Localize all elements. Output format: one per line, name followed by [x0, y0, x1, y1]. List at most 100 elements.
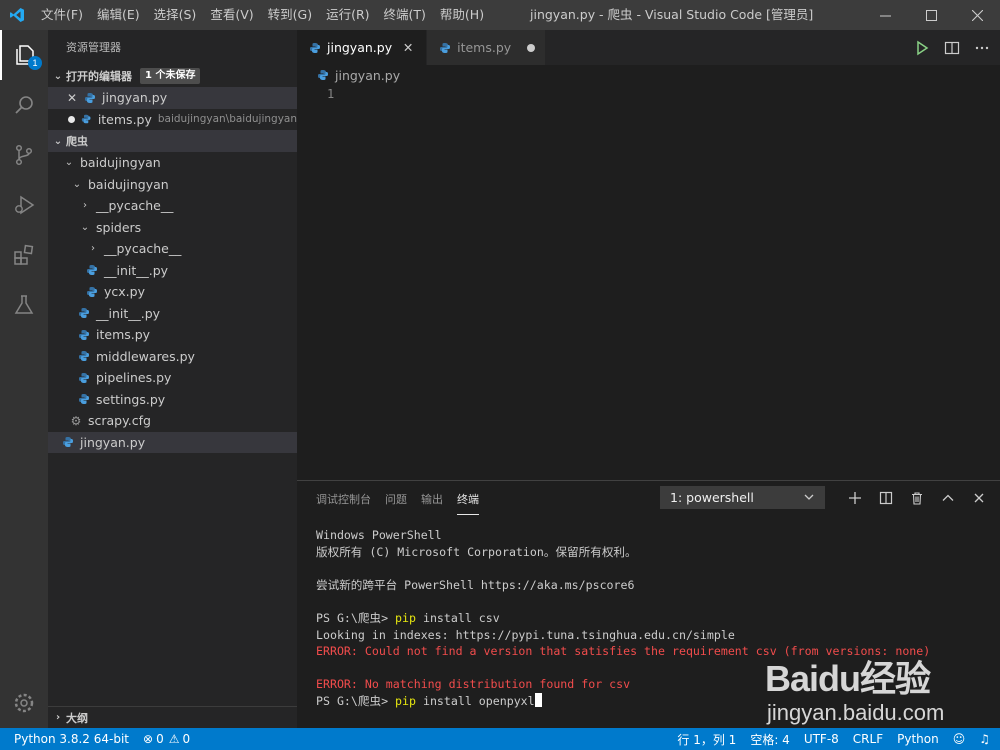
feedback-icon[interactable]: ☺: [946, 732, 973, 746]
tab-jingyan[interactable]: jingyan.py ✕: [297, 30, 428, 65]
terminal-args: install csv: [415, 610, 500, 625]
tree-file[interactable]: pipelines.py: [48, 367, 297, 389]
python-file-icon: [87, 286, 97, 297]
code-editor[interactable]: 1: [297, 85, 1000, 480]
menu-help[interactable]: 帮助(H): [433, 0, 491, 30]
breadcrumb[interactable]: jingyan.py: [297, 65, 1000, 85]
python-file-icon: [310, 42, 320, 53]
warning-count: 0: [182, 732, 191, 746]
workspace-header[interactable]: ⌄ 爬虫: [48, 130, 297, 152]
menu-terminal[interactable]: 终端(T): [377, 0, 433, 30]
python-interpreter[interactable]: Python 3.8.2 64-bit: [0, 732, 136, 746]
sidebar-title: 资源管理器: [66, 41, 121, 54]
add-terminal-icon[interactable]: [848, 491, 862, 505]
tree-file[interactable]: middlewares.py: [48, 346, 297, 368]
tab-label: jingyan.py: [327, 40, 393, 55]
python-file-icon: [82, 114, 91, 124]
explorer-activity[interactable]: 1: [0, 30, 48, 80]
menu-edit[interactable]: 编辑(E): [90, 0, 147, 30]
chevron-up-icon[interactable]: [941, 491, 955, 505]
tab-output[interactable]: 输出: [421, 491, 443, 515]
search-icon: [15, 96, 33, 114]
tree-file[interactable]: jingyan.py: [48, 431, 297, 453]
tree-file[interactable]: items.py: [48, 324, 297, 346]
close-window-button[interactable]: [954, 0, 1000, 30]
terminal-args: install openpyxl: [415, 693, 535, 708]
tree-folder[interactable]: ⌄ baidujingyan: [48, 152, 297, 174]
split-editor-icon[interactable]: [944, 40, 960, 56]
line-ending[interactable]: CRLF: [846, 732, 890, 746]
explorer-sidebar: 资源管理器 ⌄ 打开的编辑器 1 个未保存 ✕ jingyan.py items…: [48, 30, 297, 728]
watermark-logo: Baidu经验: [765, 658, 931, 699]
line-number: 1: [327, 87, 335, 101]
editor-tabs: jingyan.py ✕ items.py: [297, 30, 1000, 65]
minimize-button[interactable]: [862, 0, 908, 30]
menu-view[interactable]: 查看(V): [203, 0, 260, 30]
testing-activity[interactable]: [0, 280, 48, 330]
run-debug-activity[interactable]: [0, 180, 48, 230]
open-editor-item[interactable]: items.py baidujingyan\baidujingyan: [48, 109, 297, 131]
tab-items[interactable]: items.py: [427, 30, 547, 65]
tree-label: __init__.py: [104, 262, 169, 278]
menu-go[interactable]: 转到(G): [261, 0, 319, 30]
close-editor-icon[interactable]: ✕: [66, 91, 78, 105]
tree-label: jingyan.py: [80, 434, 146, 450]
tree-folder[interactable]: › __pycache__: [48, 195, 297, 217]
search-activity[interactable]: [0, 80, 48, 130]
split-terminal-icon[interactable]: [879, 491, 893, 505]
close-tab-icon[interactable]: ✕: [400, 40, 416, 55]
problems-status[interactable]: ⊗ 0 ⚠ 0: [136, 732, 197, 746]
terminal-command: pip: [395, 693, 416, 708]
chevron-right-icon: ›: [91, 243, 95, 255]
tab-terminal[interactable]: 终端: [457, 491, 479, 515]
tree-folder[interactable]: ⌄ baidujingyan: [48, 174, 297, 196]
breadcrumb-file: jingyan.py: [335, 67, 401, 83]
menu-selection[interactable]: 选择(S): [147, 0, 204, 30]
trash-icon[interactable]: [910, 491, 924, 505]
notifications-icon[interactable]: ♫: [972, 732, 1000, 746]
tree-file[interactable]: settings.py: [48, 389, 297, 411]
terminal-line: Windows PowerShell: [316, 528, 442, 542]
unsaved-dot-icon[interactable]: [527, 43, 536, 52]
run-file-icon[interactable]: [914, 40, 930, 56]
open-editor-path: baidujingyan\baidujingyan: [157, 113, 297, 126]
tab-problems[interactable]: 问题: [385, 491, 407, 515]
tab-debug-console[interactable]: 调试控制台: [316, 491, 371, 515]
terminal-prompt: PS G:\爬虫>: [316, 693, 396, 708]
unsaved-badge: 1 个未保存: [140, 68, 201, 84]
tree-file[interactable]: ⚙ scrapy.cfg: [48, 410, 297, 432]
encoding[interactable]: UTF-8: [797, 732, 846, 746]
close-panel-icon[interactable]: [972, 491, 986, 505]
open-editors-header[interactable]: ⌄ 打开的编辑器 1 个未保存: [48, 65, 297, 87]
open-editor-item[interactable]: ✕ jingyan.py: [48, 87, 297, 109]
tree-file[interactable]: __init__.py: [48, 260, 297, 282]
menu-run[interactable]: 运行(R): [319, 0, 376, 30]
config-gear-icon: ⚙: [70, 413, 82, 428]
chevron-down-icon: [804, 494, 814, 500]
language-mode[interactable]: Python: [890, 732, 946, 746]
extensions-activity[interactable]: [0, 230, 48, 280]
chevron-right-icon: ›: [55, 712, 61, 723]
explorer-badge: 1: [28, 56, 42, 70]
tree-file[interactable]: __init__.py: [48, 303, 297, 325]
open-editors-title: 打开的编辑器: [66, 70, 132, 83]
terminal-cursor: [534, 692, 542, 707]
indentation[interactable]: 空格: 4: [743, 731, 797, 748]
manage-activity[interactable]: [0, 678, 48, 728]
tab-label: items.py: [457, 40, 512, 55]
maximize-icon: [925, 9, 937, 21]
menu-file[interactable]: 文件(F): [34, 0, 90, 30]
outline-header[interactable]: › 大纲: [48, 706, 297, 728]
source-control-activity[interactable]: [0, 130, 48, 180]
more-actions-icon[interactable]: [974, 40, 990, 56]
tree-label: pipelines.py: [96, 370, 172, 386]
python-file-icon: [79, 308, 89, 319]
cursor-position[interactable]: 行 1，列 1: [670, 731, 743, 748]
terminal-select[interactable]: 1: powershell: [660, 486, 825, 509]
tree-folder[interactable]: ⌄ spiders: [48, 217, 297, 239]
python-file-icon: [87, 265, 97, 276]
python-file-icon: [85, 92, 95, 103]
tree-folder[interactable]: › __pycache__: [48, 238, 297, 260]
tree-file[interactable]: ycx.py: [48, 281, 297, 303]
maximize-button[interactable]: [908, 0, 954, 30]
